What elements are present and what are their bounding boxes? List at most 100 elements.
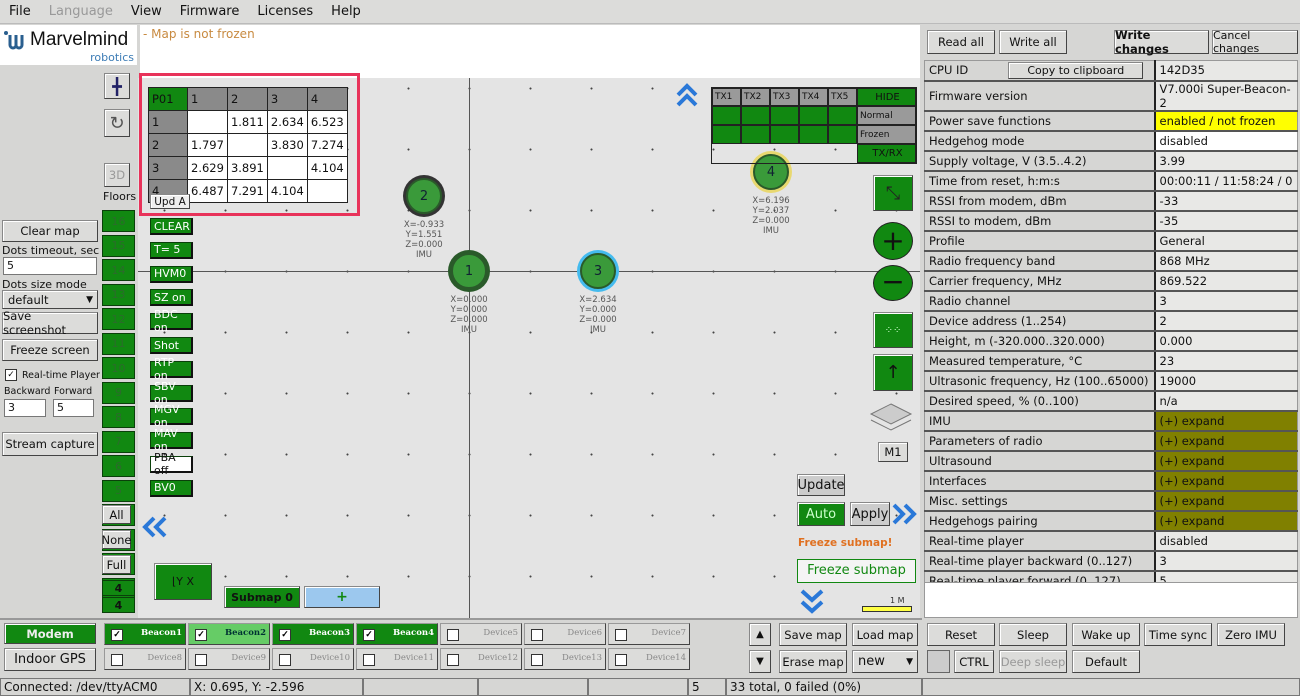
device-tab[interactable]: Device7: [608, 623, 690, 645]
prop-value[interactable]: (+) expand: [1153, 470, 1298, 492]
device-tab[interactable]: Device5: [440, 623, 522, 645]
floor-button[interactable]: 10: [102, 357, 135, 379]
device-tab[interactable]: ✓ Beacon4: [356, 623, 438, 645]
floor-button[interactable]: 8: [102, 406, 135, 428]
property-row[interactable]: Interfaces (+) expand: [924, 470, 1298, 492]
prop-value[interactable]: (+) expand: [1153, 490, 1298, 512]
menu-file[interactable]: File: [0, 4, 40, 19]
prop-value[interactable]: 23: [1153, 350, 1298, 372]
prop-value[interactable]: 00:00:11 / 11:58:24 / 0: [1153, 170, 1298, 192]
submap-0-tab[interactable]: Submap 0: [224, 586, 300, 608]
dots-button[interactable]: ⁘⁘: [873, 312, 913, 348]
device-checkbox[interactable]: [447, 654, 459, 666]
device-tab[interactable]: Device11: [356, 648, 438, 670]
device-tab[interactable]: Device14: [608, 648, 690, 670]
map-toggle-button[interactable]: MGV on: [150, 403, 193, 429]
device-tab[interactable]: Device6: [524, 623, 606, 645]
prop-value[interactable]: 19000: [1153, 370, 1298, 392]
prop-value[interactable]: 869.522: [1153, 270, 1298, 292]
map-toggle-button[interactable]: CLEAR: [150, 218, 193, 235]
scroll-up-button[interactable]: ▲: [749, 623, 771, 646]
device-checkbox[interactable]: ✓: [195, 629, 207, 641]
erase-map-button[interactable]: Erase map: [779, 650, 847, 673]
device-checkbox[interactable]: [111, 654, 123, 666]
menu-help[interactable]: Help: [322, 4, 370, 19]
property-row[interactable]: Misc. settings (+) expand: [924, 490, 1298, 512]
device-tab[interactable]: Device9: [188, 648, 270, 670]
map-toggle-button[interactable]: BDC on: [150, 308, 193, 334]
floor-button[interactable]: 9: [102, 381, 135, 404]
prop-value[interactable]: -33: [1153, 190, 1298, 212]
read-all-button[interactable]: Read all: [927, 30, 995, 54]
zero-imu-button[interactable]: Zero IMU: [1217, 623, 1285, 646]
prop-value[interactable]: 3.99: [1153, 150, 1298, 172]
save-map-button[interactable]: Save map: [779, 623, 847, 646]
prop-value[interactable]: 2: [1153, 310, 1298, 332]
backward-input[interactable]: 3: [4, 399, 46, 417]
cancel-changes-button[interactable]: Cancel changes: [1212, 29, 1298, 55]
default-button[interactable]: Default: [1072, 650, 1140, 673]
scroll-down-button[interactable]: ▼: [749, 650, 771, 673]
fit-view-button[interactable]: ⤡: [873, 175, 913, 211]
prop-value[interactable]: (+) expand: [1153, 450, 1298, 472]
scroll-up-icon[interactable]: [676, 82, 698, 108]
property-row[interactable]: Parameters of radio (+) expand: [924, 430, 1298, 452]
reset-button[interactable]: Reset: [927, 623, 995, 646]
save-screenshot-button[interactable]: Save screenshot: [2, 309, 98, 337]
prop-value[interactable]: 3: [1153, 550, 1298, 572]
map-select[interactable]: new ▼: [852, 650, 918, 673]
floor-button[interactable]: 13: [102, 283, 135, 306]
realtime-player-checkbox[interactable]: ✓: [5, 369, 17, 381]
prop-value[interactable]: 868 MHz: [1153, 250, 1298, 272]
prop-value[interactable]: 3: [1153, 290, 1298, 312]
device-checkbox[interactable]: [615, 629, 627, 641]
write-all-button[interactable]: Write all: [999, 30, 1067, 54]
prop-value[interactable]: disabled: [1153, 130, 1298, 152]
property-row[interactable]: Hedgehogs pairing (+) expand: [924, 510, 1298, 532]
hide-button[interactable]: HIDE: [857, 88, 916, 106]
scroll-down-icon[interactable]: [800, 588, 824, 616]
floor-button[interactable]: 11: [102, 332, 135, 355]
device-tab[interactable]: ✓ Beacon2: [188, 623, 270, 645]
auto-button[interactable]: Auto: [797, 502, 845, 526]
map-toggle-button[interactable]: MAV on: [150, 427, 193, 453]
floors-none-button[interactable]: None: [102, 530, 132, 549]
prop-value[interactable]: disabled: [1153, 530, 1298, 552]
device-checkbox[interactable]: [531, 654, 543, 666]
menu-language[interactable]: Language: [40, 4, 122, 19]
time-sync-button[interactable]: Time sync: [1144, 623, 1212, 646]
menu-firmware[interactable]: Firmware: [171, 4, 249, 19]
device-tab[interactable]: Device13: [524, 648, 606, 670]
map-toggle-button[interactable]: SZ on: [150, 289, 193, 307]
up-arrow-button[interactable]: ↑: [873, 354, 913, 391]
indoor-gps-button[interactable]: Indoor GPS: [4, 648, 96, 671]
menu-licenses[interactable]: Licenses: [248, 4, 322, 19]
device-checkbox[interactable]: ✓: [363, 629, 375, 641]
dots-timeout-input[interactable]: 5: [3, 257, 97, 275]
axes-toggle-button[interactable]: ╋: [104, 73, 130, 99]
ctrl-indicator[interactable]: [927, 650, 950, 673]
map-toggle-button[interactable]: Shot: [150, 337, 193, 354]
floor-button[interactable]: 15: [102, 234, 135, 257]
floor-button[interactable]: 6: [102, 455, 135, 477]
prop-value[interactable]: -35: [1153, 210, 1298, 232]
scroll-right-icon[interactable]: [891, 503, 919, 525]
map-toggle-button[interactable]: HVM0: [150, 265, 193, 283]
upd-a-button[interactable]: Upd A: [150, 194, 190, 209]
map-toggle-button[interactable]: RTP on: [150, 356, 193, 382]
add-submap-button[interactable]: +: [304, 586, 380, 608]
device-checkbox[interactable]: [279, 654, 291, 666]
beacon-marker[interactable]: 2: [406, 178, 442, 214]
apply-button[interactable]: Apply: [850, 502, 890, 526]
device-checkbox[interactable]: ✓: [111, 629, 123, 641]
floor-button[interactable]: 14: [102, 259, 135, 281]
layers-icon[interactable]: [868, 402, 914, 434]
prop-value[interactable]: V7.000i Super-Beacon-2: [1153, 80, 1298, 112]
device-checkbox[interactable]: [447, 629, 459, 641]
beacon-marker[interactable]: 3: [580, 253, 616, 289]
modem-button[interactable]: Modem: [4, 623, 96, 644]
3d-button[interactable]: 3D: [104, 163, 130, 187]
device-checkbox[interactable]: [615, 654, 627, 666]
clear-map-button[interactable]: Clear map: [2, 220, 98, 242]
copy-to-clipboard-button[interactable]: Copy to clipboard: [1008, 61, 1144, 79]
